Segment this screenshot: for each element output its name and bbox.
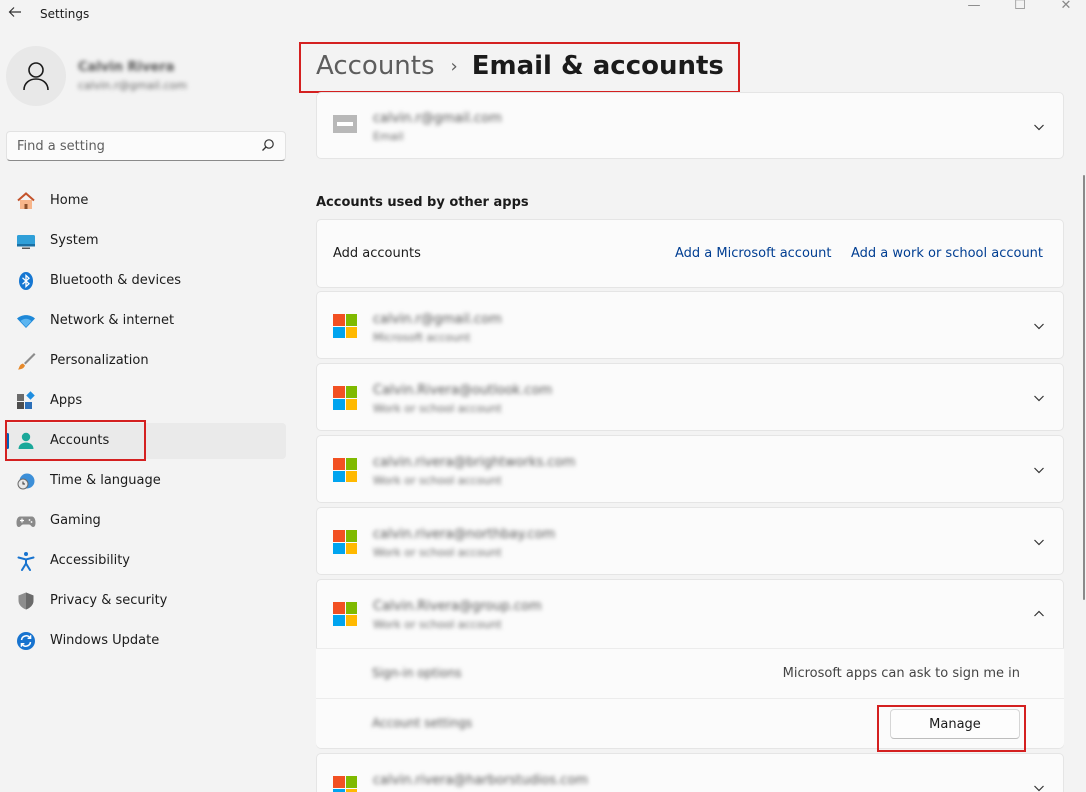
account-address: Calvin.Rivera@outlook.com [373,383,553,398]
chevron-down-icon[interactable] [1033,782,1045,792]
sidebar-item-personalization[interactable]: Personalization [6,343,286,379]
microsoft-logo-icon [333,386,357,410]
bluetooth-icon [19,272,33,290]
sidebar-item-network-internet[interactable]: Network & internet [6,303,286,339]
avatar [6,46,66,106]
account-type: Work or school account [373,402,502,415]
account-type: Work or school account [373,546,502,559]
sign-in-options-row: Sign-in options Microsoft apps can ask t… [316,648,1064,698]
accounts-highlight-box [5,420,146,461]
mail-icon [333,115,357,133]
close-button[interactable]: ✕ [1054,0,1078,13]
email-account-card[interactable]: calvin.r@gmail.com Email [316,92,1064,159]
account-address: calvin.rivera@northbay.com [373,527,556,542]
sidebar-item-label: Bluetooth & devices [50,273,181,288]
accessibility-icon [17,552,35,571]
account-address: calvin.r@gmail.com [373,312,502,327]
email-type: Email [373,130,404,143]
system-icon [17,235,35,249]
user-silhouette-icon [23,62,49,91]
search-input[interactable] [7,132,257,160]
add-accounts-label: Add accounts [333,246,421,261]
chevron-down-icon[interactable] [1033,536,1045,548]
minimize-button[interactable]: — [962,0,986,13]
sign-in-options-value: Microsoft apps can ask to sign me in [782,666,1020,681]
gaming-icon [16,516,36,527]
sidebar-item-home[interactable]: Home [6,183,286,219]
microsoft-logo-icon [333,458,357,482]
brush-icon [18,353,36,370]
manage-highlight-box [877,705,1026,752]
sign-in-options-label: Sign-in options [372,666,462,680]
account-row[interactable]: calvin.rivera@brightworks.com Work or sc… [316,435,1064,503]
wifi-icon [17,315,35,328]
back-arrow-icon[interactable] [6,4,24,22]
sidebar-item-label: Time & language [50,473,161,488]
sidebar-item-label: Network & internet [50,313,175,328]
add-work-school-account-link[interactable]: Add a work or school account [851,246,1043,261]
chevron-up-icon[interactable] [1033,608,1045,620]
breadcrumb-highlight-box [299,42,740,93]
sidebar-item-label: Privacy & security [50,593,168,608]
add-accounts-card: Add accounts Add a Microsoft account Add… [316,219,1064,288]
maximize-button[interactable]: ☐ [1008,0,1032,13]
email-address: calvin.r@gmail.com [373,111,502,126]
section-title: Accounts used by other apps [316,195,529,210]
sidebar-item-apps[interactable]: Apps [6,383,286,419]
home-icon [17,192,35,209]
sidebar-item-label: Accessibility [50,553,130,568]
account-type: Work or school account [373,618,502,631]
microsoft-logo-icon [333,530,357,554]
account-row[interactable]: calvin.rivera@northbay.com Work or schoo… [316,507,1064,575]
chevron-down-icon[interactable] [1033,464,1045,476]
sidebar-item-privacy-security[interactable]: Privacy & security [6,583,286,619]
account-row[interactable]: calvin.rivera@harborstudios.com [316,753,1064,792]
microsoft-logo-icon [333,314,357,338]
sidebar-item-accessibility[interactable]: Accessibility [6,543,286,579]
search-box [6,131,286,161]
profile-email: calvin.r@gmail.com [78,79,187,92]
add-microsoft-account-link[interactable]: Add a Microsoft account [675,246,831,261]
account-type: Microsoft account [373,331,471,344]
sidebar-item-label: Personalization [50,353,149,368]
chevron-down-icon[interactable] [1033,121,1045,133]
account-address: calvin.rivera@harborstudios.com [373,773,589,788]
back-arrow-glyph [8,7,21,17]
sidebar-item-label: Home [50,193,89,208]
account-address: Calvin.Rivera@group.com [373,599,542,614]
shield-icon [18,592,34,610]
sidebar-item-label: Apps [50,393,83,408]
sidebar-item-label: System [50,233,99,248]
microsoft-logo-icon [333,602,357,626]
account-type: Work or school account [373,474,502,487]
app-title: Settings [40,7,90,21]
sidebar-item-label: Gaming [50,513,101,528]
apps-icon [17,391,35,409]
vertical-scrollbar[interactable] [1083,175,1085,600]
sidebar-item-label: Windows Update [50,633,160,648]
account-row[interactable]: calvin.r@gmail.com Microsoft account [316,291,1064,359]
account-address: calvin.rivera@brightworks.com [373,455,576,470]
profile-name: Calvin Rivera [78,60,175,75]
title-bar: Settings — ☐ ✕ [0,0,1086,30]
sidebar-item-windows-update[interactable]: Windows Update [6,623,286,659]
user-profile[interactable]: Calvin Rivera calvin.r@gmail.com [6,46,286,106]
sidebar-item-time-language[interactable]: Time & language [6,463,286,499]
sidebar-item-bluetooth-devices[interactable]: Bluetooth & devices [6,263,286,299]
search-icon[interactable] [261,138,275,152]
chevron-down-icon[interactable] [1033,320,1045,332]
microsoft-logo-icon [333,776,357,792]
account-row[interactable]: Calvin.Rivera@outlook.com Work or school… [316,363,1064,431]
chevron-down-icon[interactable] [1033,392,1045,404]
sidebar-item-system[interactable]: System [6,223,286,259]
update-icon [17,632,35,650]
time-language-icon [17,473,35,490]
sidebar-item-gaming[interactable]: Gaming [6,503,286,539]
account-settings-label: Account settings [372,716,473,730]
